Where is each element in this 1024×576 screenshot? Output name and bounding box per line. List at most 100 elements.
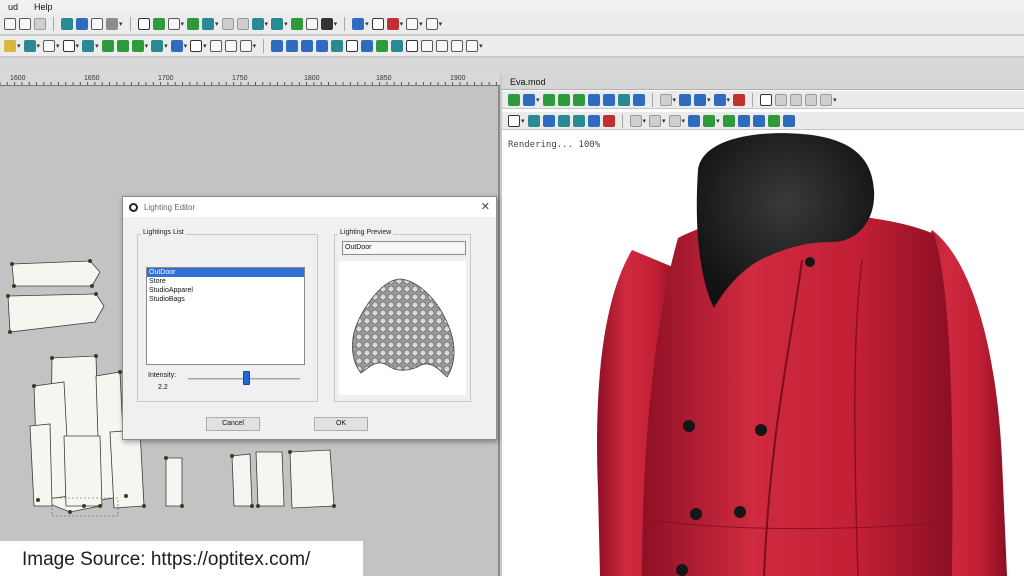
- align-tool-icon[interactable]: [167, 18, 180, 30]
- avatar-view-icon[interactable]: [346, 40, 359, 52]
- frame-tool-icon[interactable]: [190, 40, 203, 52]
- page-tool-icon[interactable]: [239, 40, 252, 52]
- window-layout-icon[interactable]: [316, 40, 329, 52]
- model-3d-window[interactable]: Eva.mod ▾ ▾ ▾ ▾ ▾ ▾ ▾ ▾ ▾ ▾ Rendering...…: [502, 74, 1024, 576]
- simulate-view-icon[interactable]: [391, 40, 404, 52]
- dropdown-arrow-icon[interactable]: ▾: [536, 96, 540, 104]
- point-tool-icon[interactable]: [23, 40, 36, 52]
- list-item[interactable]: StudioBags: [147, 295, 304, 304]
- background-icon[interactable]: [782, 114, 795, 127]
- grid-icon[interactable]: [790, 93, 803, 106]
- lightings-listbox[interactable]: OutDoor Store StudioApparel StudioBags: [146, 267, 305, 365]
- snap-tool-icon[interactable]: [151, 40, 164, 52]
- delete-tool-icon[interactable]: [386, 18, 399, 30]
- layer-tool-icon[interactable]: [290, 18, 303, 30]
- dropdown-arrow-icon[interactable]: ▾: [334, 20, 338, 28]
- new-file-icon[interactable]: [4, 18, 16, 30]
- fabric-icon[interactable]: [572, 114, 585, 127]
- camera-icon[interactable]: [694, 93, 707, 106]
- circle-tool-icon[interactable]: [320, 18, 333, 30]
- notch-tool-icon[interactable]: [406, 18, 419, 30]
- doc-view-icon[interactable]: [451, 40, 464, 52]
- cancel-button[interactable]: Cancel: [206, 417, 260, 431]
- stitch-icon[interactable]: [587, 114, 600, 127]
- eye-tool-icon[interactable]: [202, 18, 215, 30]
- menu-item-0[interactable]: ud: [0, 2, 26, 12]
- curve-tool-icon[interactable]: [82, 40, 95, 52]
- list-item[interactable]: OutDoor: [147, 268, 304, 277]
- dropdown-arrow-icon[interactable]: ▾: [419, 20, 423, 28]
- dropdown-arrow-icon[interactable]: ▾: [716, 117, 720, 125]
- dropdown-arrow-icon[interactable]: ▾: [145, 42, 149, 50]
- close-icon[interactable]: ✕: [481, 200, 490, 213]
- corner-tool-icon[interactable]: [137, 18, 150, 30]
- help-tool-icon[interactable]: [91, 18, 103, 30]
- dropdown-arrow-icon[interactable]: ▾: [400, 20, 404, 28]
- stop-icon[interactable]: [632, 93, 645, 106]
- grid-icon[interactable]: [820, 93, 833, 106]
- edit-tool-icon[interactable]: [305, 18, 318, 30]
- check-icon[interactable]: [752, 114, 765, 127]
- pleat-tool-icon[interactable]: [62, 40, 75, 52]
- dart-tool-icon[interactable]: [43, 40, 56, 52]
- pen-tool-icon[interactable]: [152, 18, 165, 30]
- house-tool-icon[interactable]: [425, 18, 438, 30]
- landscape-icon[interactable]: [767, 114, 780, 127]
- render-icon[interactable]: [523, 93, 535, 106]
- rotate-tool-icon[interactable]: [221, 18, 234, 30]
- fabric-view-icon[interactable]: [376, 40, 389, 52]
- list-item[interactable]: Store: [147, 277, 304, 286]
- dropdown-arrow-icon[interactable]: ▾: [184, 42, 188, 50]
- sphere-icon[interactable]: [722, 114, 735, 127]
- lighting-icon[interactable]: [737, 114, 750, 127]
- star-icon[interactable]: [703, 114, 716, 127]
- reset-icon[interactable]: [733, 93, 746, 106]
- dropdown-arrow-icon[interactable]: ▾: [707, 96, 711, 104]
- window-layout-icon[interactable]: [301, 40, 314, 52]
- dropdown-arrow-icon[interactable]: ▾: [479, 42, 483, 50]
- dropdown-arrow-icon[interactable]: ▾: [284, 20, 288, 28]
- refresh-icon[interactable]: [508, 93, 520, 106]
- dropdown-arrow-icon[interactable]: ▾: [164, 42, 168, 50]
- cloth-icon[interactable]: [542, 93, 555, 106]
- dropdown-arrow-icon[interactable]: ▾: [215, 20, 219, 28]
- open-file-icon[interactable]: [19, 18, 31, 30]
- dropdown-arrow-icon[interactable]: ▾: [181, 20, 185, 28]
- grid-icon[interactable]: [775, 93, 788, 106]
- dropdown-arrow-icon[interactable]: ▾: [203, 42, 207, 50]
- texture-icon[interactable]: [542, 114, 555, 127]
- menu-item-help[interactable]: Help: [26, 2, 61, 12]
- dialog-titlebar[interactable]: Lighting Editor ✕: [123, 197, 496, 217]
- dropdown-arrow-icon[interactable]: ▾: [439, 20, 443, 28]
- save-icon[interactable]: [34, 18, 46, 30]
- lock-icon[interactable]: [688, 114, 701, 127]
- tack-icon[interactable]: [649, 114, 662, 127]
- pause-icon[interactable]: [617, 93, 630, 106]
- intensity-slider-thumb[interactable]: [242, 371, 250, 385]
- select-icon[interactable]: [508, 114, 520, 127]
- dropdown-arrow-icon[interactable]: ▾: [662, 117, 666, 125]
- doc-view-icon[interactable]: [421, 40, 434, 52]
- measure-view-icon[interactable]: [406, 40, 419, 52]
- down-arrow-icon[interactable]: [572, 93, 585, 106]
- frame-icon[interactable]: [602, 93, 615, 106]
- dropdown-arrow-icon[interactable]: ▾: [682, 117, 686, 125]
- arrow-icon[interactable]: [668, 114, 681, 127]
- window-layout-icon[interactable]: [286, 40, 299, 52]
- move-tool-icon[interactable]: [251, 18, 264, 30]
- fit-tool-icon[interactable]: [131, 40, 144, 52]
- pin-tool-icon[interactable]: [4, 40, 16, 52]
- table-view-icon[interactable]: [331, 40, 344, 52]
- text-tool-icon[interactable]: [352, 18, 365, 30]
- play-icon[interactable]: [587, 93, 600, 106]
- dropdown-arrow-icon[interactable]: ▾: [56, 42, 60, 50]
- window-layout-icon[interactable]: [271, 40, 284, 52]
- mirror-tool-icon[interactable]: [236, 18, 249, 30]
- dropdown-arrow-icon[interactable]: ▾: [833, 96, 837, 104]
- dropdown-arrow-icon[interactable]: ▾: [643, 117, 647, 125]
- view-icon[interactable]: [713, 93, 726, 106]
- ok-button[interactable]: OK: [314, 417, 368, 431]
- tape-icon[interactable]: [659, 93, 672, 106]
- dropdown-arrow-icon[interactable]: ▾: [727, 96, 731, 104]
- avatar-icon[interactable]: [760, 93, 773, 106]
